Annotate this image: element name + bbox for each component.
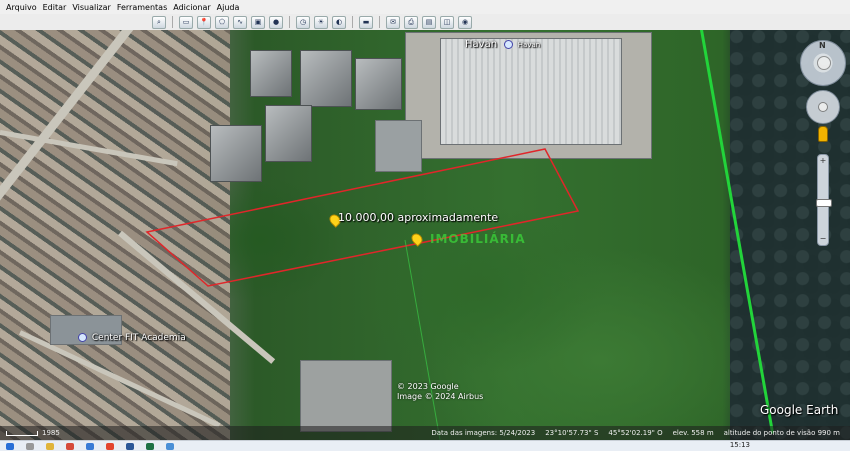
print-icon[interactable]: ⎙ — [404, 15, 418, 29]
poi-havan-label: Havan — [465, 39, 498, 50]
explorer-icon[interactable] — [46, 442, 54, 450]
add-polygon-icon[interactable]: ⬠ — [215, 15, 229, 29]
maps-icon[interactable]: ◫ — [440, 15, 454, 29]
word-icon[interactable] — [126, 442, 134, 450]
menu-bar: Arquivo Editar Visualizar Ferramentas Ad… — [0, 0, 850, 14]
poi-academia-label: Center FIT Academia — [91, 333, 186, 343]
menu-arquivo[interactable]: Arquivo — [0, 3, 40, 12]
longitude-readout: 45°52'02.19" O — [608, 429, 663, 437]
parcel-polygon[interactable] — [0, 30, 850, 440]
poi-academia[interactable]: Center FIT Academia — [78, 333, 186, 343]
look-joystick[interactable] — [806, 90, 840, 124]
copyright-line: © 2023 Google — [397, 382, 459, 391]
historical-imagery-icon[interactable]: ◷ — [296, 15, 310, 29]
globe-icon[interactable]: ◉ — [458, 15, 472, 29]
save-image-icon[interactable]: ▤ — [422, 15, 436, 29]
copyright-notice: © 2023 Google Image © 2024 Airbus — [397, 382, 483, 402]
chrome-icon[interactable] — [106, 442, 114, 450]
elevation-readout: elev. 558 m — [672, 429, 714, 437]
windows-start-icon[interactable] — [6, 442, 14, 450]
add-path-icon[interactable]: ∿ — [233, 15, 247, 29]
toolbar-divider — [379, 16, 380, 28]
latitude-readout: 23°10'57.73" S — [545, 429, 599, 437]
taskbar-clock[interactable]: 15:13 — [730, 441, 750, 449]
menu-visualizar[interactable]: Visualizar — [69, 3, 114, 12]
excel-icon[interactable] — [146, 442, 154, 450]
add-placemark-icon[interactable]: 📍 — [197, 15, 211, 29]
historical-scale[interactable]: 1985 — [6, 429, 70, 437]
record-tour-icon[interactable]: ● — [269, 15, 283, 29]
poi-havan-sign: Havan — [517, 41, 541, 49]
zoom-out-icon[interactable]: − — [819, 235, 827, 243]
toolbar-divider — [289, 16, 290, 28]
image-overlay-icon[interactable]: ▣ — [251, 15, 265, 29]
scale-bar-icon — [6, 430, 38, 436]
north-indicator: N — [819, 41, 826, 50]
toolbar-divider — [352, 16, 353, 28]
menu-ferramentas[interactable]: Ferramentas — [114, 3, 170, 12]
sidebar-toggle-icon[interactable]: ▭ — [179, 15, 193, 29]
sidebar-header — [0, 14, 150, 31]
search-icon[interactable] — [26, 442, 34, 450]
street-view-pegman-icon[interactable] — [818, 126, 828, 142]
measure-line — [404, 239, 441, 440]
compass-ring[interactable]: N — [800, 40, 846, 86]
email-icon[interactable]: ✉ — [386, 15, 400, 29]
map-view[interactable]: 10.000,00 aproximadamente IMOBILIÁRIA Ha… — [0, 30, 850, 440]
poi-havan[interactable]: Havan Havan — [465, 39, 540, 50]
toolbar-divider — [172, 16, 173, 28]
mail-icon[interactable] — [86, 442, 94, 450]
zoom-in-icon[interactable]: + — [819, 157, 827, 165]
imagery-date: Data das imagens: 5/24/2023 — [431, 429, 536, 437]
watermark-text: IMOBILIÁRIA — [430, 232, 526, 246]
status-bar: 1985 Data das imagens: 5/24/2023 23°10'5… — [0, 426, 850, 440]
eye-altitude-readout: altitude do ponto de visão 990 m — [723, 429, 840, 437]
menu-editar[interactable]: Editar — [40, 3, 70, 12]
copyright-line: Image © 2024 Airbus — [397, 392, 484, 401]
menu-ajuda[interactable]: Ajuda — [214, 3, 243, 12]
zoom-slider[interactable]: + − — [816, 154, 832, 246]
compass-center-icon[interactable] — [817, 56, 831, 70]
google-earth-logo: Google Earth — [760, 403, 839, 417]
sunlight-icon[interactable]: ☀ — [314, 15, 328, 29]
search-icon[interactable]: ⌕ — [152, 15, 166, 29]
historical-year: 1985 — [42, 429, 60, 437]
toolbar: ⌕ ▭ 📍 ⬠ ∿ ▣ ● ◷ ☀ ◐ ▬ ✉ ⎙ ▤ ◫ ◉ — [150, 14, 850, 31]
poi-pin-icon — [78, 333, 87, 342]
google-earth-icon[interactable] — [166, 442, 174, 450]
planet-icon[interactable]: ◐ — [332, 15, 346, 29]
poi-pin-icon — [503, 40, 513, 49]
placemark-label[interactable]: 10.000,00 aproximadamente — [338, 211, 498, 224]
taskbar: 15:13 — [0, 440, 850, 451]
zoom-slider-handle[interactable] — [816, 199, 832, 207]
browser-icon[interactable] — [66, 442, 74, 450]
ruler-icon[interactable]: ▬ — [359, 15, 373, 29]
menu-adicionar[interactable]: Adicionar — [170, 3, 213, 12]
